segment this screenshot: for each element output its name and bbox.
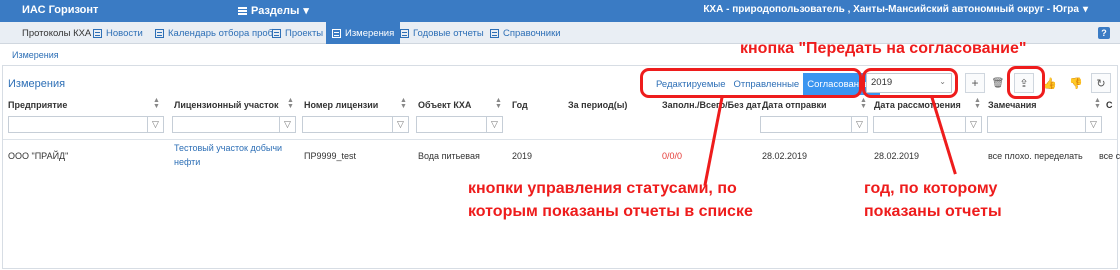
nav-label: Измерения xyxy=(345,27,395,39)
top-bar: ИАС Горизонт Разделы ▾ КХА - природополь… xyxy=(0,0,1120,22)
news-icon xyxy=(93,28,102,38)
reject-button[interactable]: 👎 xyxy=(1066,73,1086,93)
nav-label: Календарь отбора проб xyxy=(168,27,274,39)
menu-icon xyxy=(238,6,247,15)
col-license-area[interactable]: Лицензионный участок xyxy=(174,100,278,110)
cell-license-number: ПР9999_test xyxy=(304,151,357,161)
reports-icon xyxy=(400,28,409,38)
annotation-send-button: кнопка "Передать на согласование" xyxy=(740,40,1027,57)
sort-icon[interactable]: ▲ ▼ xyxy=(153,97,160,110)
cell-filled: 0/0/0 xyxy=(662,151,683,161)
sort-icon[interactable]: ▲ ▼ xyxy=(495,97,502,110)
nav-sampling-calendar[interactable]: Календарь отбора проб xyxy=(155,22,273,44)
nav-label: Проекты xyxy=(285,27,324,39)
filter-icon[interactable]: ▽ xyxy=(486,117,502,132)
plus-icon: + xyxy=(971,76,979,90)
add-button[interactable]: + xyxy=(965,73,985,93)
status-tabs-highlight xyxy=(640,68,862,98)
col-license-number[interactable]: Номер лицензии xyxy=(304,100,378,110)
thumbs-down-icon: 👎 xyxy=(1069,77,1083,90)
annotation-year-line2: показаны отчеты xyxy=(864,203,1002,220)
nav-label: Годовые отчеты xyxy=(413,27,484,39)
annotation-year-line1: год, по которому xyxy=(864,180,998,197)
filter-icon[interactable]: ▽ xyxy=(392,117,408,132)
nav-label: Протоколы КХА xyxy=(22,27,92,39)
cell-extra: все с xyxy=(1099,151,1120,161)
sort-icon[interactable]: ▲ ▼ xyxy=(974,97,981,110)
cell-license-area-line2[interactable]: нефти xyxy=(174,157,200,167)
filter-icon[interactable]: ▽ xyxy=(965,117,981,132)
annotation-status-line1: кнопки управления статусами, по xyxy=(468,180,737,197)
sort-icon[interactable]: ▲ ▼ xyxy=(400,97,407,110)
help-button[interactable]: ? xyxy=(1098,27,1110,39)
sections-label: Разделы xyxy=(251,4,300,17)
filter-icon[interactable]: ▽ xyxy=(279,117,295,132)
filter-sent-date[interactable]: ▽ xyxy=(760,116,868,133)
nav-label: Справочники xyxy=(503,27,561,39)
filter-object[interactable]: ▽ xyxy=(416,116,503,133)
cell-sent-date: 28.02.2019 xyxy=(762,151,808,161)
year-select-highlight xyxy=(862,68,958,98)
col-filled[interactable]: Заполн./Всего/Без дат xyxy=(662,100,761,110)
directories-icon xyxy=(490,28,499,38)
cell-year: 2019 xyxy=(512,151,533,161)
filter-license-area[interactable]: ▽ xyxy=(172,116,296,133)
app-title[interactable]: ИАС Горизонт xyxy=(22,4,98,16)
filter-remarks[interactable]: ▽ xyxy=(987,116,1102,133)
refresh-icon: ↻ xyxy=(1096,77,1106,90)
cell-license-area[interactable]: Тестовый участок добычи xyxy=(174,143,282,153)
nav-protocols[interactable]: Протоколы КХА xyxy=(22,22,91,44)
send-button-highlight xyxy=(1007,66,1045,99)
col-extra[interactable]: С xyxy=(1106,100,1113,110)
filter-enterprise[interactable]: ▽ xyxy=(8,116,164,133)
header-divider xyxy=(3,139,1117,140)
sort-icon[interactable]: ▲ ▼ xyxy=(860,97,867,110)
delete-button[interactable]: 🗑 xyxy=(988,73,1008,93)
cell-object: Вода питьевая xyxy=(418,151,480,161)
calendar-icon xyxy=(155,28,164,38)
col-period[interactable]: За период(ы) xyxy=(568,100,627,110)
nav-annual-reports[interactable]: Годовые отчеты xyxy=(400,22,484,44)
col-sent-date[interactable]: Дата отправки xyxy=(762,100,827,110)
thumbs-up-icon: 👍 xyxy=(1043,77,1057,90)
organization-label: КХА - природопользователь , Ханты-Мансий… xyxy=(703,4,1079,15)
cell-review-date: 28.02.2019 xyxy=(874,151,920,161)
nav-directories[interactable]: Справочники xyxy=(490,22,561,44)
sort-icon[interactable]: ▲ ▼ xyxy=(1094,97,1101,110)
filter-icon[interactable]: ▽ xyxy=(851,117,867,132)
cell-enterprise: ООО "ПРАЙД" xyxy=(8,151,69,161)
measurements-icon xyxy=(332,28,341,38)
breadcrumb[interactable]: Измерения xyxy=(12,50,59,60)
nav-measurements[interactable]: Измерения xyxy=(326,22,401,44)
filter-icon[interactable]: ▽ xyxy=(147,117,163,132)
chevron-down-icon: ▾ xyxy=(303,5,309,17)
cell-remarks: все плохо. переделать xyxy=(988,151,1083,161)
col-review-date[interactable]: Дата рассмотрения xyxy=(874,100,961,110)
organization-menu[interactable]: КХА - природопользователь , Ханты-Мансий… xyxy=(703,4,1088,15)
col-remarks[interactable]: Замечания xyxy=(988,100,1037,110)
trash-icon: 🗑 xyxy=(991,77,1005,89)
sort-icon[interactable]: ▲ ▼ xyxy=(287,97,294,110)
chevron-down-icon: ▾ xyxy=(1082,4,1088,15)
col-object[interactable]: Объект КХА xyxy=(418,100,471,110)
filter-review-date[interactable]: ▽ xyxy=(873,116,982,133)
nav-news[interactable]: Новости xyxy=(93,22,143,44)
projects-icon xyxy=(272,28,281,38)
annotation-status-line2: которым показаны отчеты в списке xyxy=(468,203,753,220)
filter-icon[interactable]: ▽ xyxy=(1085,117,1101,132)
col-enterprise[interactable]: Предприятие xyxy=(8,100,67,110)
nav-label: Новости xyxy=(106,27,143,39)
panel-title: Измерения xyxy=(8,78,66,90)
sections-menu[interactable]: Разделы ▾ xyxy=(238,4,309,17)
refresh-button[interactable]: ↻ xyxy=(1091,73,1111,93)
nav-projects[interactable]: Проекты xyxy=(272,22,323,44)
col-year[interactable]: Год xyxy=(512,100,528,110)
filter-license-number[interactable]: ▽ xyxy=(302,116,409,133)
